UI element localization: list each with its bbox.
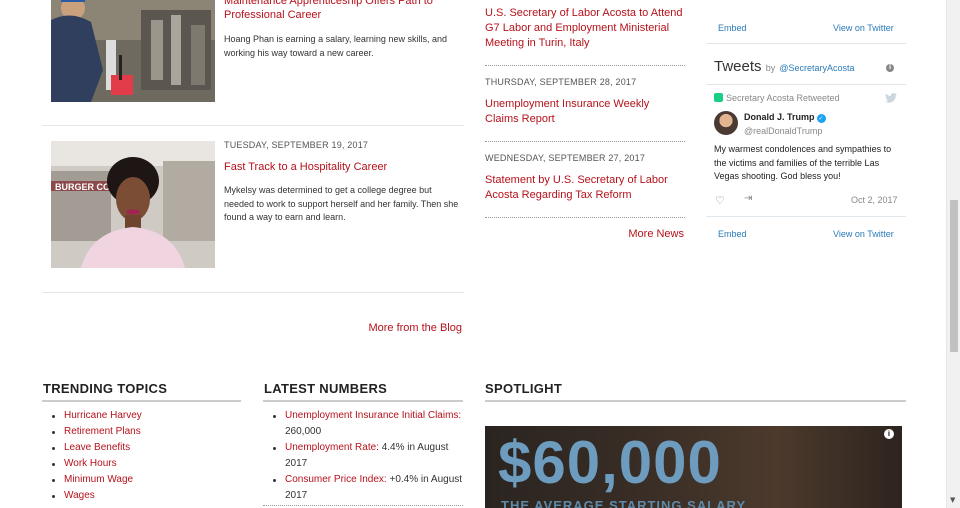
number-link[interactable]: Unemployment Rate: [285, 442, 379, 453]
blog-text: Maintenance Apprenticeship Offers Path t… [224, 0, 460, 60]
section-rule [485, 400, 906, 402]
like-icon[interactable]: ♡ [715, 194, 725, 207]
info-icon[interactable]: i [884, 429, 894, 439]
divider [706, 43, 906, 44]
divider [42, 292, 464, 293]
blog-title-line: Professional Career [224, 9, 322, 21]
blog-text: TUESDAY, SEPTEMBER 19, 2017 Fast Track t… [224, 140, 460, 225]
blog-description: Mykelsy was determined to get a college … [224, 185, 459, 222]
blog-item: Maintenance Apprenticeship Offers Path t… [42, 0, 464, 125]
list-item: Leave Benefits [43, 440, 241, 456]
news-title-link[interactable]: Statement by U.S. Secretary of Labor Aco… [485, 173, 685, 203]
latest-numbers-heading: LATEST NUMBERS [264, 381, 388, 396]
retweet-row: Secretary Acosta Retweeted [714, 93, 840, 103]
list-item: Unemployment Insurance Initial Claims: 2… [264, 408, 464, 440]
news-date: WEDNESDAY, SEPTEMBER 27, 2017 [485, 153, 646, 163]
list-item: Minimum Wage [43, 472, 241, 488]
trending-topic-link[interactable]: Retirement Plans [64, 426, 141, 437]
trending-topics-list: Hurricane Harvey Retirement Plans Leave … [43, 408, 241, 504]
number-value: 260,000 [285, 426, 322, 437]
list-item: Work Hours [43, 456, 241, 472]
trending-topic-link[interactable]: Work Hours [64, 458, 117, 469]
blog-item: BURGER COMI TUESDAY, SEPTEMBER 19, 2017 … [42, 140, 464, 271]
blog-date: TUESDAY, SEPTEMBER 19, 2017 [224, 140, 369, 150]
page-scrollbar[interactable]: ▼ [946, 0, 960, 508]
embed-link[interactable]: Embed [718, 229, 747, 239]
trending-topic-link[interactable]: Hurricane Harvey [64, 410, 142, 421]
twitter-bird-icon[interactable] [885, 93, 897, 103]
tweet-author-handle[interactable]: @realDonaldTrump [744, 126, 822, 136]
list-item: Wages [43, 488, 241, 504]
scroll-down-icon[interactable]: ▼ [950, 496, 955, 504]
news-divider [485, 65, 685, 66]
section-rule [263, 400, 463, 402]
divider [42, 125, 464, 126]
divider [706, 216, 906, 217]
twitter-header-title: Tweets [714, 58, 762, 75]
list-divider [263, 505, 463, 506]
view-on-twitter-link[interactable]: View on Twitter [833, 23, 894, 33]
blog-title-link[interactable]: Maintenance Apprenticeship Offers Path t… [224, 0, 460, 22]
list-item: Consumer Price Index: +0.4% in August 20… [264, 472, 464, 504]
embed-link[interactable]: Embed [718, 23, 747, 33]
more-from-blog-link[interactable]: More from the Blog [368, 322, 462, 334]
blog-title-link[interactable]: Fast Track to a Hospitality Career [224, 160, 460, 174]
trending-topic-link[interactable]: Wages [64, 490, 95, 501]
twitter-header-by: by [765, 63, 776, 73]
tweet-date[interactable]: Oct 2, 2017 [851, 195, 898, 205]
blog-title-line: Maintenance Apprenticeship Offers Path t… [224, 0, 433, 7]
twitter-widget: Embed View on Twitter Tweets by @Secreta… [706, 0, 906, 250]
avatar[interactable] [714, 111, 738, 135]
retweet-label: Secretary Acosta Retweeted [726, 93, 840, 103]
news-title-link[interactable]: U.S. Secretary of Labor Acosta to Attend… [485, 6, 685, 51]
news-title-link[interactable]: Unemployment Insurance Weekly Claims Rep… [485, 97, 685, 127]
spotlight-heading: SPOTLIGHT [485, 381, 563, 396]
blog-description: Hoang Phan is earning a salary, learning… [224, 34, 447, 58]
blog-photo[interactable]: BURGER COMI [51, 141, 215, 268]
spotlight-banner[interactable]: $60,000 THE AVERAGE STARTING SALARY i [485, 426, 902, 508]
blog-photo[interactable] [51, 0, 215, 102]
twitter-account-link[interactable]: @SecretaryAcosta [779, 63, 854, 73]
list-item: Retirement Plans [43, 424, 241, 440]
section-rule [42, 400, 241, 402]
number-link[interactable]: Consumer Price Index: [285, 474, 387, 485]
trending-topic-link[interactable]: Leave Benefits [64, 442, 130, 453]
news-date: THURSDAY, SEPTEMBER 28, 2017 [485, 77, 637, 87]
spotlight-big-text: $60,000 [498, 429, 722, 496]
list-item: Unemployment Rate: 4.4% in August 2017 [264, 440, 464, 472]
woman-photo: BURGER COMI [51, 141, 215, 268]
news-divider [485, 217, 685, 218]
latest-numbers-list: Unemployment Insurance Initial Claims: 2… [264, 408, 464, 504]
list-item: Hurricane Harvey [43, 408, 241, 424]
trending-topics-heading: TRENDING TOPICS [43, 381, 168, 396]
trending-topic-link[interactable]: Minimum Wage [64, 474, 133, 485]
tweet-author-name[interactable]: Donald J. Trump ✓ [744, 112, 826, 123]
scrollbar-thumb[interactable] [950, 200, 958, 352]
tweet-author-name-text: Donald J. Trump [744, 112, 815, 122]
view-on-twitter-link[interactable]: View on Twitter [833, 229, 894, 239]
retweet-icon [714, 93, 723, 102]
news-divider [485, 141, 685, 142]
info-icon[interactable]: i [886, 64, 894, 72]
worker-photo [51, 0, 215, 102]
more-news-link[interactable]: More News [628, 228, 684, 240]
spotlight-sub-text: THE AVERAGE STARTING SALARY [501, 498, 747, 508]
divider [706, 84, 906, 85]
verified-icon: ✓ [816, 114, 826, 123]
tweet-text: My warmest condolences and sympathies to… [714, 144, 892, 181]
twitter-header: Tweets by @SecretaryAcosta [714, 58, 855, 75]
number-link[interactable]: Unemployment Insurance Initial Claims: [285, 410, 461, 421]
share-icon[interactable]: ⇥ [744, 193, 752, 204]
